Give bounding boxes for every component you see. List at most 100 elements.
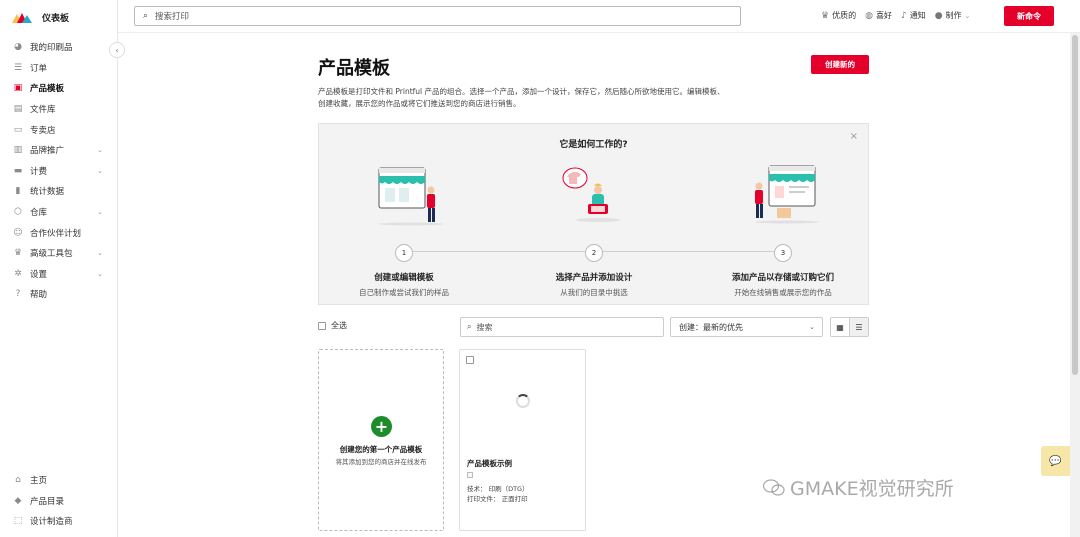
sidebar-item-label: 我的印刷品 [30, 43, 73, 54]
chevron-left-icon: ‹ [115, 45, 119, 55]
pie-chart-icon: ◕ [14, 42, 22, 53]
topbar-action[interactable]: ◍ 喜好 [865, 10, 892, 21]
brand-title: 仪表板 [42, 13, 70, 24]
watermark: GMAKE视觉研究所 [763, 474, 954, 501]
sidebar-item-label: 设置 [30, 269, 48, 280]
users-icon: ☺ [13, 227, 23, 238]
sidebar-item[interactable]: ▤ 文件库 [0, 99, 118, 120]
sidebar-item[interactable]: ⌂ 主页 [0, 470, 118, 491]
chevron-down-icon: ⌄ [809, 323, 815, 331]
image-icon: ▤ [13, 104, 23, 115]
search-placeholder: 搜索打印 [155, 12, 190, 22]
globe-icon: ◍ [865, 10, 873, 21]
template-name: 产品模板示例 [467, 459, 512, 468]
design-add-illustration [562, 167, 620, 222]
sort-value: 创建：最新的优先 [679, 322, 743, 332]
wechat-icon [763, 478, 785, 496]
grid-view-icon[interactable]: ▦ [831, 318, 850, 336]
sidebar-item[interactable]: ▮ 统计数据 [0, 181, 118, 202]
gear-icon: ✲ [14, 268, 22, 279]
sidebar-item-label: 合作伙伴计划 [30, 228, 82, 239]
page-scrollbar[interactable] [1070, 33, 1080, 537]
step-subtitle: 自己制作或尝试我们的样品 [359, 288, 449, 297]
help-icon: ? [15, 289, 21, 300]
sidebar-item-label: 专卖店 [30, 125, 56, 136]
step-title: 添加产品以存储或订购它们 [731, 273, 834, 283]
sidebar-item[interactable]: ? 帮助 [0, 284, 118, 305]
topbar-action-label: 喜好 [875, 11, 892, 20]
step-number: 1 [395, 244, 413, 262]
sidebar-item[interactable]: ▭ 专卖店 [0, 119, 118, 140]
sidebar-item[interactable]: ✲ 设置 ⌄ [0, 264, 118, 285]
new-order-button[interactable]: 新命令 [1004, 6, 1054, 26]
chevron-down-icon: ⌄ [97, 249, 103, 258]
create-new-button[interactable]: 创建新的 [811, 55, 869, 74]
watermark-text: GMAKE视觉研究所 [790, 478, 954, 500]
sidebar: 仪表板 ◕ 我的印刷品 ☰ 订单 ▣ 产品模板 ▤ 文件库 ▭ 专卖店 ▥ 品牌推广 ⌄ ▬ 计费 ⌄ ▮ 统计数… [0, 0, 118, 537]
page-description: 产品模板是打印文件和 Printful 产品的组合。选择一个产品，添加一个设计，… [318, 87, 725, 108]
select-all-checkbox[interactable]: 全选 [318, 320, 347, 331]
chat-button[interactable]: 💬 [1041, 446, 1070, 476]
sidebar-item[interactable]: ☺ 合作伙伴计划 [0, 222, 118, 243]
template-checkbox[interactable] [466, 356, 474, 364]
sidebar-item-label: 订单 [30, 63, 48, 74]
sidebar-item[interactable]: ☰ 订单 [0, 58, 118, 79]
sidebar-item[interactable]: ⬡ 仓库 ⌄ [0, 202, 118, 223]
template-search-input[interactable]: ⌕ 搜索 [460, 317, 664, 337]
store-edit-illustration [378, 167, 443, 226]
close-icon[interactable]: × [850, 131, 858, 142]
sidebar-item[interactable]: ◕ 我的印刷品 [0, 37, 118, 58]
sort-select[interactable]: 创建：最新的优先 ⌄ [670, 317, 823, 337]
top-actions: ♛ 优质的 ◍ 喜好 ♪ 通知 ● 制作 ⌄ [821, 10, 970, 21]
sidebar-item[interactable]: ◆ 产品目录 [0, 491, 118, 512]
step-title: 选择产品并添加设计 [555, 273, 633, 283]
step-3: 3 添加产品以存储或订购它们 开始在线销售或展示您的作品 [698, 244, 868, 298]
search-icon: ⌕ [467, 322, 472, 331]
tag-icon: ▥ [13, 145, 23, 156]
topbar-action[interactable]: ♛ 优质的 [821, 10, 856, 21]
template-card[interactable]: 产品模板示例 技术： 印刷（DTG） 打印文件： 正面打印 [459, 349, 586, 531]
sidebar-item[interactable]: ♛ 高级工具包 ⌄ [0, 243, 118, 264]
sidebar-item[interactable]: ▥ 品牌推广 ⌄ [0, 140, 118, 161]
sidebar-nav: ◕ 我的印刷品 ☰ 订单 ▣ 产品模板 ▤ 文件库 ▭ 专卖店 ▥ 品牌推广 ⌄ ▬ 计费 ⌄ ▮ 统计数据 ⬡ 仓库… [0, 37, 118, 305]
sidebar-item[interactable]: ▬ 计费 ⌄ [0, 161, 118, 182]
template-technique: 技术： 印刷（DTG） [467, 485, 529, 493]
sidebar-item-label: 设计制造商 [30, 517, 73, 528]
shirt-icon: ◆ [14, 495, 22, 506]
search-icon: ⌕ [143, 11, 149, 21]
box-icon: ⬡ [14, 207, 22, 218]
topbar-action-label: 优质的 [832, 11, 857, 20]
sidebar-item-label: 主页 [30, 476, 48, 487]
color-swatch [467, 472, 473, 478]
topbar-action[interactable]: ● 制作 ⌄ [935, 10, 971, 21]
page-title: 产品模板 [318, 58, 390, 79]
brand[interactable]: 仪表板 [12, 8, 69, 26]
topbar-action-label: 制作 [945, 11, 962, 20]
store-icon: ▭ [13, 124, 23, 135]
collapse-sidebar-button[interactable]: ‹ [109, 42, 125, 58]
bell-icon: ♪ [900, 10, 907, 21]
card-icon: ▬ [13, 165, 23, 176]
step-1: 1 创建或编辑模板 自己制作或尝试我们的样品 [319, 244, 489, 298]
global-search-input[interactable]: ⌕ 搜索打印 [134, 6, 741, 26]
sidebar-bottom-nav: ⌂ 主页 ◆ 产品目录 ⬚ 设计制造商 [0, 470, 118, 532]
create-template-card[interactable]: + 创建您的第一个产品模板 将其添加到您的商店并在线发布 [318, 349, 444, 531]
select-all-label: 全选 [331, 321, 347, 330]
topbar-action-label: 通知 [909, 11, 926, 20]
chat-icon: 💬 [1049, 455, 1062, 467]
step-subtitle: 开始在线销售或展示您的作品 [734, 288, 832, 297]
chevron-down-icon: ⌄ [97, 208, 103, 217]
sidebar-item-label: 仓库 [30, 208, 48, 219]
sidebar-item-label: 统计数据 [30, 187, 65, 198]
plus-icon: + [371, 416, 392, 437]
list-view-icon[interactable]: ☰ [850, 318, 868, 336]
chevron-down-icon: ⌄ [97, 269, 103, 278]
scrollbar-thumb[interactable] [1072, 35, 1078, 375]
sidebar-item-label: 文件库 [30, 105, 56, 116]
topbar-action[interactable]: ♪ 通知 [901, 10, 926, 21]
template-print-file: 打印文件： 正面打印 [467, 495, 528, 503]
step-subtitle: 从我们的目录中挑选 [560, 288, 628, 297]
sidebar-item[interactable]: ▣ 产品模板 [0, 78, 118, 99]
design-icon: ⬚ [13, 516, 23, 527]
sidebar-item[interactable]: ⬚ 设计制造商 [0, 511, 118, 532]
